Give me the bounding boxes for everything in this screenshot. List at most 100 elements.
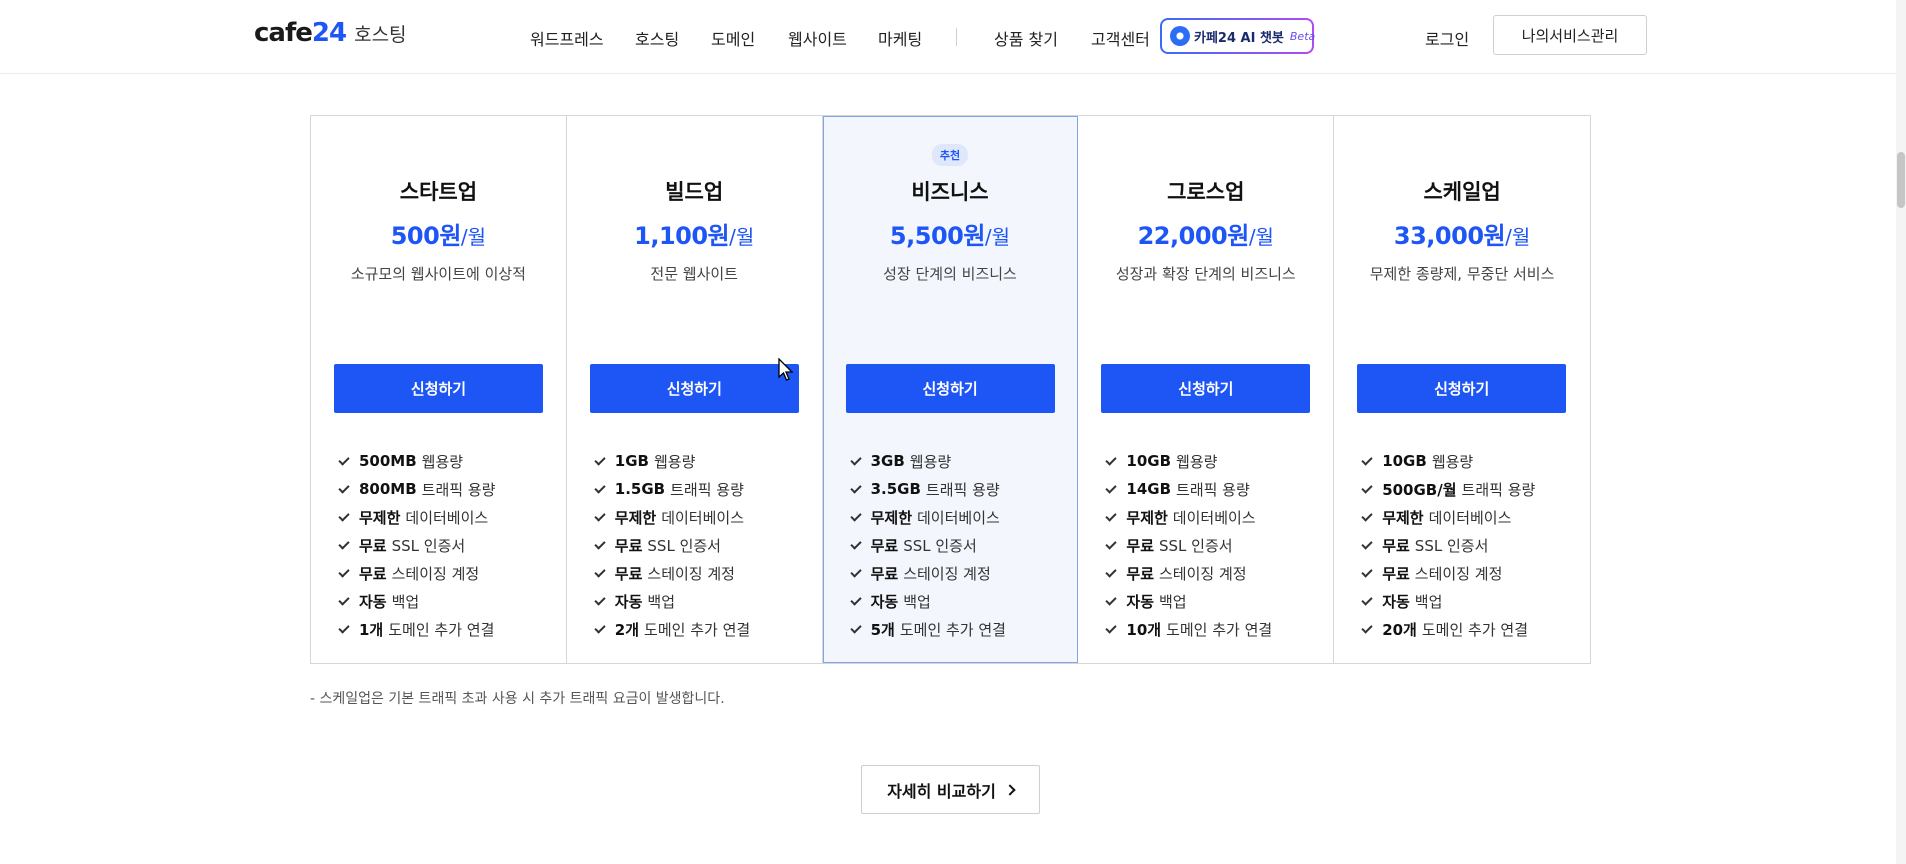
check-icon: [594, 453, 606, 466]
nav-wordpress[interactable]: 워드프레스: [530, 26, 604, 50]
scrollbar-thumb[interactable]: [1897, 152, 1905, 208]
plan-description: 전문 웹사이트: [650, 265, 738, 283]
apply-button[interactable]: 신청하기: [334, 364, 543, 413]
list-item: 무료 SSL 인증서: [594, 531, 750, 559]
plan-price: 5,500원/월: [889, 222, 1011, 250]
list-item: 자동 백업: [338, 587, 495, 615]
check-icon: [849, 565, 862, 578]
plan-description: 무제한 종량제, 무중단 서비스: [1369, 265, 1555, 283]
nav-website[interactable]: 웹사이트: [788, 26, 847, 50]
apply-button[interactable]: 신청하기: [1101, 364, 1311, 413]
list-item: 무료 스테이징 계정: [849, 559, 1006, 587]
nav-customer-center[interactable]: 고객센터: [1091, 26, 1150, 50]
check-icon: [849, 509, 862, 522]
plan-price: 1,100원/월: [634, 222, 755, 250]
check-icon: [1361, 537, 1373, 550]
feature-list: 1GB 웹용량 1.5GB 트래픽 용량 무제한 데이터베이스 무료 SSL 인증서 무…: [594, 447, 750, 643]
check-icon: [1361, 481, 1373, 494]
logo-subtitle: 호스팅: [354, 24, 407, 46]
page-scrollbar[interactable]: [1896, 0, 1906, 864]
plan-card-business: 추천 비즈니스 5,500원/월 성장 단계의 비즈니스 신청하기 3GB 웹용량…: [822, 116, 1079, 663]
nav-marketing[interactable]: 마케팅: [878, 26, 922, 50]
check-icon: [849, 453, 862, 466]
check-icon: [338, 621, 350, 634]
nav-divider: [956, 28, 957, 46]
list-item: 3GB 웹용량: [849, 447, 1006, 475]
plan-card-buildup: 빌드업 1,100원/월 전문 웹사이트 신청하기 1GB 웹용량 1.5GB 트래…: [567, 116, 823, 663]
plan-name: 스타트업: [399, 180, 478, 204]
list-item: 무제한 데이터베이스: [1105, 503, 1272, 531]
list-item: 무료 SSL 인증서: [338, 531, 495, 559]
plan-name: 그로스업: [1167, 180, 1245, 204]
list-item: 자동 백업: [1105, 587, 1272, 615]
list-item: 14GB 트래픽 용량: [1105, 475, 1272, 503]
my-service-button[interactable]: 나의서비스관리: [1493, 15, 1647, 55]
plan-name: 스케일업: [1423, 180, 1501, 204]
check-icon: [594, 621, 606, 634]
check-icon: [594, 509, 606, 522]
plan-price: 22,000원/월: [1137, 222, 1274, 250]
list-item: 5개 도메인 추가 연결: [849, 615, 1006, 643]
nav-domain[interactable]: 도메인: [711, 26, 755, 50]
login-link[interactable]: 로그인: [1425, 26, 1469, 50]
list-item: 무제한 데이터베이스: [1361, 503, 1535, 531]
check-icon: [1361, 565, 1373, 578]
plan-description: 성장 단계의 비즈니스: [883, 265, 1017, 283]
list-item: 무료 스테이징 계정: [1361, 559, 1535, 587]
check-icon: [849, 537, 862, 550]
list-item: 무제한 데이터베이스: [594, 503, 750, 531]
list-item: 1개 도메인 추가 연결: [338, 615, 495, 643]
list-item: 무제한 데이터베이스: [849, 503, 1006, 531]
check-icon: [338, 453, 350, 466]
feature-list: 500MB 웹용량 800MB 트래픽 용량 무제한 데이터베이스 무료 SSL 인증서…: [338, 447, 495, 643]
apply-button[interactable]: 신청하기: [845, 364, 1055, 413]
list-item: 무제한 데이터베이스: [338, 503, 495, 531]
apply-button[interactable]: 신청하기: [1357, 364, 1567, 413]
plan-description: 소규모의 웹사이트에 이상적: [350, 265, 526, 283]
check-icon: [1361, 509, 1373, 522]
list-item: 500MB 웹용량: [338, 447, 495, 475]
nav-find-product[interactable]: 상품 찾기: [994, 26, 1058, 50]
plan-name: 빌드업: [665, 180, 724, 204]
feature-list: 10GB 웹용량 500GB/월 트래픽 용량 무제한 데이터베이스 무료 SSL 인증…: [1361, 447, 1535, 643]
check-icon: [1105, 593, 1118, 606]
list-item: 2개 도메인 추가 연결: [594, 615, 750, 643]
check-icon: [338, 565, 350, 578]
list-item: 10GB 웹용량: [1361, 447, 1535, 475]
list-item: 20개 도메인 추가 연결: [1361, 615, 1535, 643]
chevron-right-icon: [1004, 783, 1016, 796]
nav-hosting[interactable]: 호스팅: [635, 26, 679, 50]
plan-card-startup: 스타트업 500원/월 소규모의 웹사이트에 이상적 신청하기 500MB 웹용량…: [311, 116, 567, 663]
check-icon: [594, 565, 606, 578]
list-item: 무료 스테이징 계정: [1105, 559, 1272, 587]
list-item: 500GB/월 트래픽 용량: [1361, 475, 1535, 503]
list-item: 무료 SSL 인증서: [1361, 531, 1535, 559]
plan-name: 비즈니스: [911, 180, 989, 204]
check-icon: [849, 593, 862, 606]
check-icon: [338, 593, 350, 606]
list-item: 자동 백업: [594, 587, 750, 615]
check-icon: [594, 593, 606, 606]
compare-details-label: 자세히 비교하기: [887, 781, 996, 801]
list-item: 10GB 웹용량: [1105, 447, 1272, 475]
plan-description: 성장과 확장 단계의 비즈니스: [1115, 265, 1296, 283]
list-item: 무료 스테이징 계정: [338, 559, 495, 587]
check-icon: [1105, 537, 1118, 550]
check-icon: [338, 481, 350, 494]
list-item: 무료 SSL 인증서: [1105, 531, 1272, 559]
chatbot-icon: [1170, 26, 1190, 46]
ai-chatbot-button[interactable]: 카페24 AI 챗봇 Beta: [1160, 18, 1315, 54]
recommended-badge: 추천: [931, 144, 969, 166]
traffic-footnote: - 스케일업은 기본 트래픽 초과 사용 시 추가 트래픽 요금이 발생합니다.: [310, 691, 725, 707]
cafe24-hosting-logo[interactable]: cafe24 호스팅: [254, 18, 407, 48]
list-item: 1.5GB 트래픽 용량: [594, 475, 750, 503]
feature-list: 3GB 웹용량 3.5GB 트래픽 용량 무제한 데이터베이스 무료 SSL 인증서 무…: [849, 447, 1006, 643]
list-item: 자동 백업: [849, 587, 1006, 615]
apply-button[interactable]: 신청하기: [589, 364, 799, 413]
plan-card-growthup: 그로스업 22,000원/월 성장과 확장 단계의 비즈니스 신청하기 10GB…: [1078, 116, 1335, 663]
list-item: 3.5GB 트래픽 용량: [849, 475, 1006, 503]
check-icon: [338, 509, 350, 522]
list-item: 1GB 웹용량: [594, 447, 750, 475]
chatbot-label: 카페24 AI 챗봇: [1194, 30, 1284, 46]
compare-details-button[interactable]: 자세히 비교하기: [861, 765, 1040, 814]
